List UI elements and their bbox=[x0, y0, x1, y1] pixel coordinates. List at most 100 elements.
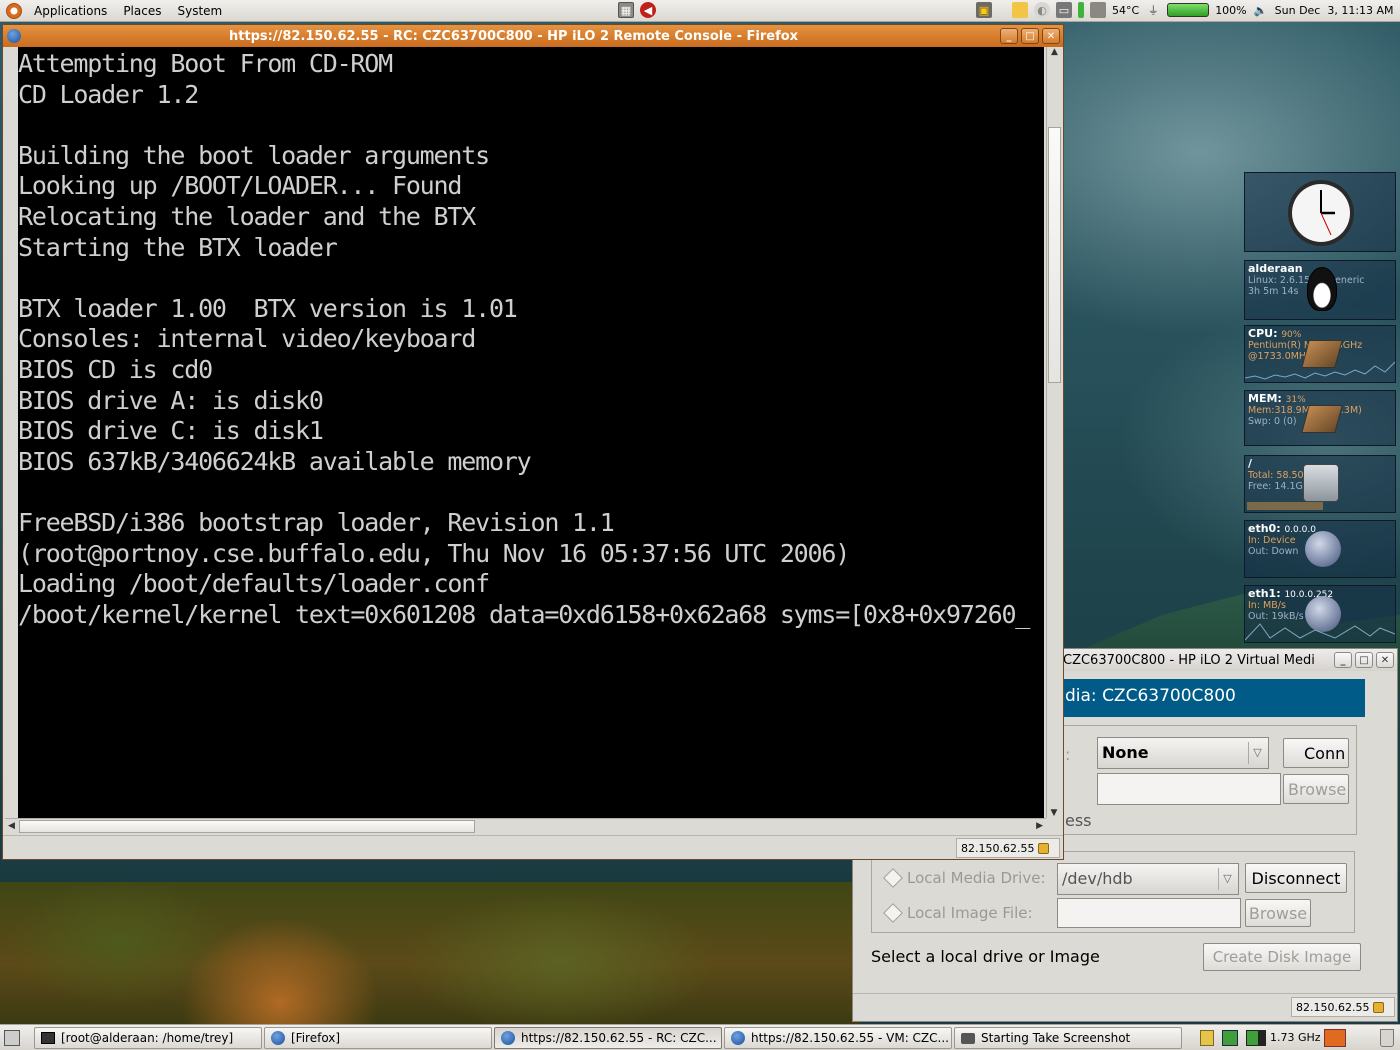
task-remote-console-label: https://82.150.62.55 - RC: CZC... bbox=[521, 1031, 717, 1045]
cpu-title: CPU: bbox=[1248, 327, 1278, 340]
cpu-frequency: 1.73 GHz bbox=[1270, 1031, 1321, 1044]
eth0-title: eth0: bbox=[1248, 522, 1281, 535]
scroll-right-arrow-icon[interactable]: ▶ bbox=[1036, 821, 1043, 831]
battery-level-icon bbox=[1078, 2, 1084, 18]
update-icon[interactable]: ◐ bbox=[1034, 2, 1050, 18]
console-line: BIOS drive A: is disk0 bbox=[18, 385, 324, 415]
disconnect-button[interactable]: Disconnect bbox=[1245, 863, 1347, 893]
task-take-screenshot[interactable]: Starting Take Screenshot bbox=[954, 1027, 1182, 1049]
network-icon[interactable]: ▭ bbox=[1056, 2, 1072, 18]
hard-drive-icon bbox=[1303, 464, 1339, 502]
task-remote-console[interactable]: https://82.150.62.55 - RC: CZC... bbox=[494, 1027, 722, 1049]
horizontal-scrollbar[interactable]: ◀ ▶ bbox=[5, 818, 1046, 834]
console-line: Consoles: internal video/keyboard bbox=[18, 324, 476, 354]
padlock-icon bbox=[1373, 1001, 1385, 1013]
local-image-file-radio[interactable]: Local Image File: bbox=[883, 903, 1033, 923]
console-output: Attempting Boot From CD-ROM CD Loader 1.2… bbox=[18, 47, 1044, 630]
folder-icon[interactable] bbox=[1012, 2, 1028, 18]
firefox-icon[interactable] bbox=[7, 29, 21, 43]
remote-console-screen[interactable]: Attempting Boot From CD-ROM CD Loader 1.2… bbox=[18, 47, 1044, 818]
menu-places[interactable]: Places bbox=[115, 0, 169, 22]
notification-icon[interactable]: ▣ bbox=[976, 2, 992, 18]
mem-percent: 31% bbox=[1285, 395, 1306, 405]
console-line: Looking up /BOOT/LOADER... Found bbox=[18, 171, 462, 201]
cpufreq-tray-icon[interactable] bbox=[1222, 1030, 1238, 1046]
power-plug-icon[interactable]: ⏚ bbox=[1145, 2, 1161, 18]
terminal-icon bbox=[41, 1032, 55, 1044]
analog-clock-icon bbox=[1288, 180, 1354, 246]
console-line: Starting the BTX loader bbox=[18, 232, 338, 262]
image-browse-button[interactable]: Browse bbox=[1245, 899, 1311, 927]
console-line: Attempting Boot From CD-ROM bbox=[18, 49, 393, 78]
create-disk-image-button[interactable]: Create Disk Image bbox=[1203, 943, 1361, 971]
vertical-scrollbar-thumb[interactable] bbox=[1048, 127, 1061, 383]
floppy-image-file-input[interactable] bbox=[1097, 773, 1281, 805]
memory-widget: MEM: 31% Mem:318.9M (of 10.3M) Swp: 0 (0… bbox=[1244, 390, 1396, 446]
cpu-percent: 90% bbox=[1281, 330, 1302, 340]
volume-icon[interactable]: 🔈 bbox=[1253, 2, 1269, 18]
battery-tray-icon[interactable] bbox=[1200, 1030, 1214, 1046]
console-line: Loading /boot/defaults/loader.conf bbox=[18, 569, 490, 599]
system-monitor-icon[interactable] bbox=[1324, 1029, 1346, 1047]
calculator-icon[interactable]: ▦ bbox=[618, 2, 634, 18]
floppy-label-fragment: : bbox=[1065, 745, 1071, 764]
scroll-left-arrow-icon[interactable]: ◀ bbox=[8, 821, 15, 831]
task-firefox[interactable]: [Firefox] bbox=[264, 1027, 492, 1049]
firefox-titlebar[interactable]: https://82.150.62.55 - RC: CZC63700C800 … bbox=[3, 25, 1063, 47]
firefox-window: https://82.150.62.55 - RC: CZC63700C800 … bbox=[2, 24, 1064, 860]
firefox-icon bbox=[731, 1031, 745, 1045]
ubuntu-logo-icon[interactable] bbox=[6, 2, 22, 19]
volume-muted-icon[interactable]: ◀ bbox=[640, 2, 656, 18]
minimize-button[interactable]: _ bbox=[1000, 28, 1018, 44]
host-widget: alderaan Linux: 2.6.15-10-generic 3h 5m … bbox=[1244, 260, 1396, 320]
close-button[interactable]: ✕ bbox=[1042, 28, 1060, 44]
task-virtual-media[interactable]: https://82.150.62.55 - VM: CZC... bbox=[724, 1027, 952, 1049]
virtual-media-header: dia: CZC63700C800 bbox=[1063, 679, 1365, 717]
cpu-widget: CPU: 90% Pentium(R) M - 1.73GHz @1733.0M… bbox=[1244, 325, 1396, 383]
task-take-screenshot-label: Starting Take Screenshot bbox=[981, 1031, 1131, 1045]
task-virtual-media-label: https://82.150.62.55 - VM: CZC... bbox=[751, 1031, 949, 1045]
task-terminal-label: [root@alderaan: /home/trey] bbox=[61, 1031, 234, 1045]
console-line: BIOS CD is cd0 bbox=[18, 354, 213, 384]
clock[interactable]: Sun Dec 3, 11:13 AM bbox=[1275, 4, 1394, 17]
eth1-widget: eth1: 10.0.0.252 In: MB/s Out: 19kB/s bbox=[1244, 585, 1396, 643]
local-media-drive-value: /dev/hdb bbox=[1062, 869, 1133, 888]
console-line: /boot/kernel/kernel text=0x601208 data=0… bbox=[18, 599, 1030, 629]
local-image-file-input[interactable] bbox=[1057, 898, 1241, 928]
floppy-connect-button[interactable]: Conn bbox=[1283, 738, 1349, 768]
hardware-sensor-icon[interactable] bbox=[1090, 2, 1106, 18]
menu-applications[interactable]: Applications bbox=[26, 0, 115, 22]
console-line: Relocating the loader and the BTX bbox=[18, 201, 476, 231]
vm-status-url-text: 82.150.62.55 bbox=[1296, 1000, 1370, 1014]
top-panel: Applications Places System ▦ ◀ ▣ ◐ ▭ 54°… bbox=[0, 0, 1400, 22]
console-line: (root@portnoy.cse.buffalo.edu, Thu Nov 1… bbox=[18, 538, 850, 568]
vertical-scrollbar[interactable]: ▲ ▼ bbox=[1046, 47, 1062, 818]
firefox-icon bbox=[271, 1031, 285, 1045]
floppy-drive-select[interactable]: None ▽ bbox=[1097, 737, 1269, 769]
maximize-button[interactable]: □ bbox=[1021, 28, 1039, 44]
cpufreq-meter-icon bbox=[1246, 1030, 1266, 1046]
task-terminal[interactable]: [root@alderaan: /home/trey] bbox=[34, 1027, 262, 1049]
floppy-browse-button[interactable]: Browse bbox=[1283, 774, 1349, 804]
console-line: FreeBSD/i386 bootstrap loader, Revision … bbox=[18, 507, 615, 537]
trash-icon[interactable] bbox=[1380, 1029, 1394, 1047]
radio-diamond-icon bbox=[883, 903, 903, 923]
eth1-graph bbox=[1245, 623, 1395, 641]
show-desktop-icon[interactable] bbox=[4, 1030, 20, 1046]
scroll-up-arrow-icon[interactable]: ▲ bbox=[1047, 47, 1062, 57]
battery-bar bbox=[1167, 3, 1210, 17]
console-line: BTX loader 1.00 BTX version is 1.01 bbox=[18, 293, 518, 323]
chevron-down-icon: ▽ bbox=[1248, 742, 1266, 764]
console-line: Building the boot loader arguments bbox=[18, 140, 490, 170]
local-media-drive-radio[interactable]: Local Media Drive: bbox=[883, 868, 1046, 888]
menu-system[interactable]: System bbox=[169, 0, 230, 22]
horizontal-scrollbar-thumb[interactable] bbox=[19, 820, 475, 833]
radio-diamond-icon bbox=[883, 868, 903, 888]
temperature-readout: 54°C bbox=[1112, 3, 1140, 17]
mem-title: MEM: bbox=[1248, 392, 1282, 405]
scroll-down-arrow-icon[interactable]: ▼ bbox=[1047, 808, 1061, 818]
local-media-drive-select[interactable]: /dev/hdb ▽ bbox=[1057, 863, 1239, 895]
